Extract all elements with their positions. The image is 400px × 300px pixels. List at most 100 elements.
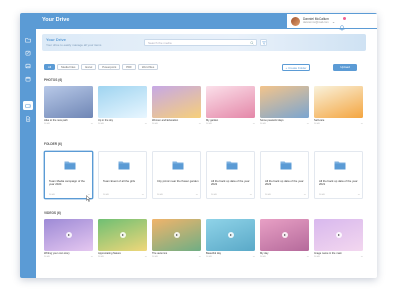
mouse-cursor-icon: [86, 195, 91, 202]
photo-thumbnail[interactable]: [314, 86, 363, 118]
chip-excel[interactable]: Excel: [81, 64, 97, 70]
photo-card[interactable]: Women and Education 16 kB •••: [152, 86, 201, 125]
folder-card[interactable]: All the back up data of the year 2021 16 …: [314, 151, 363, 199]
chevron-down-icon[interactable]: ⌄: [332, 19, 335, 24]
app-title: Your Drive: [42, 17, 70, 23]
folder-card[interactable]: All the back up data of the year 2023 16 …: [260, 151, 309, 199]
photo-thumbnail[interactable]: [98, 86, 147, 118]
image-icon[interactable]: [23, 61, 33, 70]
more-options-icon[interactable]: •••: [145, 256, 147, 258]
search-icon: [250, 41, 254, 45]
folder-icon: [118, 161, 130, 170]
folder-title: All the back up data of the year 2021: [319, 179, 358, 187]
file-size: 16 kB: [260, 122, 266, 125]
file-size: 16 kB: [44, 255, 50, 258]
more-options-icon[interactable]: •••: [358, 194, 360, 196]
photo-thumbnail[interactable]: [152, 86, 201, 118]
chip-media-files[interactable]: Media Files: [57, 64, 80, 70]
file-size: 16 kB: [49, 194, 55, 196]
more-options-icon[interactable]: •••: [361, 256, 363, 258]
file-size: 16 kB: [98, 255, 104, 258]
video-card[interactable]: Beautiful day 16 kB •••: [206, 219, 255, 258]
video-thumbnail[interactable]: [152, 219, 201, 251]
chip-powerpoint[interactable]: Powerpoint: [98, 64, 121, 70]
chip-pdf[interactable]: PDF: [122, 64, 136, 70]
video-thumbnail[interactable]: [98, 219, 147, 251]
top-bar: Your Drive Danniel McCallum danniel.mc@m…: [20, 13, 377, 31]
more-options-icon[interactable]: •••: [199, 256, 201, 258]
more-options-icon[interactable]: •••: [250, 194, 252, 196]
search-input[interactable]: Search the media: [144, 39, 257, 46]
photos-section-label: PHOTOS (6): [44, 78, 63, 82]
folder-meta: 16 kB •••: [49, 194, 90, 196]
more-options-icon[interactable]: •••: [307, 123, 309, 125]
more-options-icon[interactable]: •••: [361, 123, 363, 125]
folder-card[interactable]: Team Event of all the girls 16 kB •••: [98, 151, 147, 199]
photo-card[interactable]: Up in the sky 16 kB •••: [98, 86, 147, 125]
photo-card[interactable]: Self-care 16 kB •••: [314, 86, 363, 125]
chip-all[interactable]: All: [44, 64, 56, 70]
more-options-icon[interactable]: •••: [145, 123, 147, 125]
calendar-icon[interactable]: [23, 74, 33, 83]
play-icon[interactable]: [227, 232, 234, 238]
more-options-icon[interactable]: •••: [199, 123, 201, 125]
notification-bell-icon[interactable]: [339, 17, 347, 31]
video-card[interactable]: The autumns 16 kB •••: [152, 219, 201, 258]
video-card[interactable]: Image name in the main 16 kB •••: [314, 219, 363, 258]
notification-dot: [343, 17, 347, 20]
folder-icon[interactable]: [23, 35, 33, 44]
file-size: 16 kB: [44, 122, 50, 125]
funnel-icon: [261, 40, 266, 45]
more-options-icon[interactable]: •••: [304, 194, 306, 196]
folder-title: Team Event of all the girls: [103, 179, 136, 183]
folder-icon: [280, 161, 292, 170]
more-options-icon[interactable]: •••: [142, 194, 144, 196]
more-options-icon[interactable]: •••: [253, 123, 255, 125]
folder-meta: 16 kB •••: [319, 194, 360, 196]
filter-chips: All Media Files Excel Powerpoint PDF Wor…: [44, 64, 159, 70]
video-card[interactable]: My day 16 kB •••: [260, 219, 309, 258]
document-icon[interactable]: [23, 114, 33, 123]
photo-thumbnail[interactable]: [206, 86, 255, 118]
avatar: [291, 16, 300, 26]
more-options-icon[interactable]: •••: [91, 123, 93, 125]
folder-card[interactable]: City picnic near the flower garden 16 kB •…: [152, 151, 201, 199]
play-icon[interactable]: [65, 232, 72, 238]
banner-title: Your Drive: [46, 37, 66, 42]
video-card[interactable]: Writing your own story 16 kB •••: [44, 219, 93, 258]
create-folder-button[interactable]: + Create Folder: [282, 64, 310, 71]
folder-meta: 16 kB •••: [211, 194, 252, 196]
folder-card[interactable]: All the back up data of the year 2022 16 …: [206, 151, 255, 199]
play-icon[interactable]: [119, 232, 126, 238]
photo-meta: 16 kB •••: [260, 123, 309, 125]
videos-section-label: VIDEOS (6): [44, 211, 61, 215]
more-options-icon[interactable]: •••: [307, 256, 309, 258]
filter-button[interactable]: [260, 39, 267, 46]
chip-word-files[interactable]: Word files: [137, 64, 159, 70]
photo-card[interactable]: My garden 16 kB •••: [206, 86, 255, 125]
more-options-icon[interactable]: •••: [91, 256, 93, 258]
video-thumbnail[interactable]: [206, 219, 255, 251]
photo-card[interactable]: Hike to the new path 16 kB •••: [44, 86, 93, 125]
play-icon[interactable]: [173, 232, 180, 238]
more-options-icon[interactable]: •••: [196, 194, 198, 196]
drive-icon[interactable]: [23, 101, 33, 110]
user-menu[interactable]: Danniel McCallum danniel.mc@mail.com ⌄: [287, 14, 377, 31]
video-card[interactable]: Appreciating Nature 16 kB •••: [98, 219, 147, 258]
video-thumbnail[interactable]: [260, 219, 309, 251]
file-size: 16 kB: [98, 122, 104, 125]
file-size: 16 kB: [152, 122, 158, 125]
more-options-icon[interactable]: •••: [253, 256, 255, 258]
video-thumbnail[interactable]: [44, 219, 93, 251]
photo-card[interactable]: Some peaceful days 16 kB •••: [260, 86, 309, 125]
video-meta: 16 kB •••: [98, 256, 147, 258]
photo-thumbnail[interactable]: [260, 86, 309, 118]
photo-meta: 16 kB •••: [314, 123, 363, 125]
video-thumbnail[interactable]: [314, 219, 363, 251]
share-icon[interactable]: [23, 48, 33, 57]
photo-thumbnail[interactable]: [44, 86, 93, 118]
upload-button[interactable]: Upload: [333, 64, 357, 71]
play-icon[interactable]: [281, 232, 288, 238]
folder-card[interactable]: Team Media campaign of the year 2024 16 k…: [44, 151, 93, 199]
play-icon[interactable]: [335, 232, 342, 238]
